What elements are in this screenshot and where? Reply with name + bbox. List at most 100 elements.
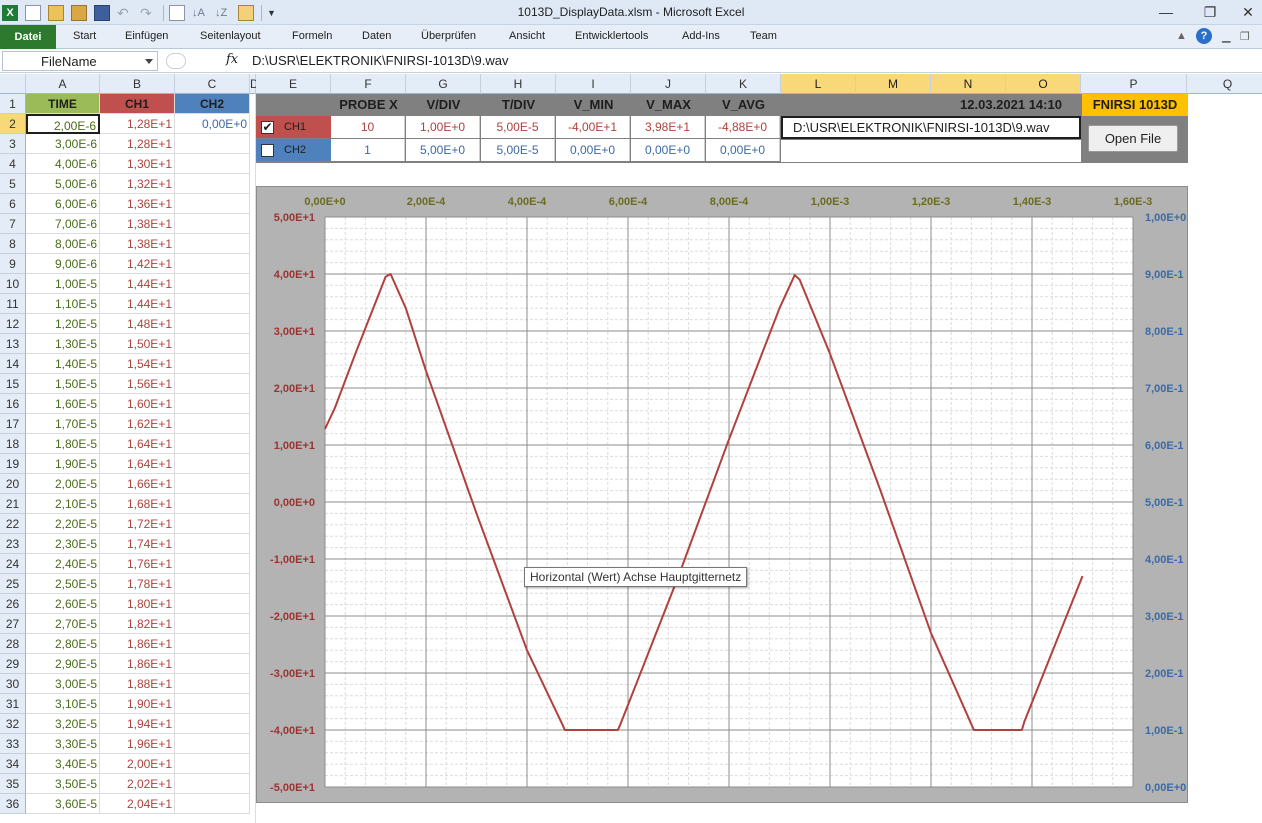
cell-time[interactable]: 9,00E-6 [26,254,100,274]
row-header[interactable]: 10 [0,274,26,294]
cell-time[interactable]: 3,20E-5 [26,714,100,734]
row-header[interactable]: 29 [0,654,26,674]
grid-cell[interactable] [175,334,250,354]
formula-input[interactable]: D:\USR\ELEKTRONIK\FNIRSI-1013D\9.wav [252,53,508,68]
column-header-i[interactable]: I [556,74,631,94]
column-header-n[interactable]: N [931,74,1006,94]
ch1-value[interactable]: 1,00E+0 [406,116,480,138]
tab-add-ins[interactable]: Add-Ins [682,30,720,42]
ch1-value[interactable]: -4,88E+0 [706,116,780,138]
cell-ch1[interactable]: 1,54E+1 [100,354,175,374]
column-header-m[interactable]: M [856,74,931,94]
grid-cell[interactable] [175,214,250,234]
cell-time[interactable]: 2,00E-6 [26,114,100,134]
cell-ch2-first[interactable]: 0,00E+0 [175,114,250,134]
cell-ch1[interactable]: 1,82E+1 [100,614,175,634]
minimize-ribbon-icon[interactable]: ▲ [1176,30,1187,42]
row-header[interactable]: 19 [0,454,26,474]
grid-cell[interactable] [175,274,250,294]
tab-team[interactable]: Team [750,30,777,42]
name-box[interactable]: FileName [2,51,158,71]
row-header[interactable]: 30 [0,674,26,694]
cell-time[interactable]: 4,00E-6 [26,154,100,174]
ch2-value[interactable]: 0,00E+0 [631,139,705,161]
ch2-value[interactable]: 5,00E+0 [406,139,480,161]
grid-cell[interactable] [175,534,250,554]
cell-time[interactable]: 2,90E-5 [26,654,100,674]
ch1-checkbox[interactable]: ✔ [261,121,274,134]
cell-ch1[interactable]: 1,68E+1 [100,494,175,514]
cell-ch1[interactable]: 1,78E+1 [100,574,175,594]
grid-cell[interactable] [175,154,250,174]
cell-ch1[interactable]: 1,28E+1 [100,134,175,154]
row-header[interactable]: 20 [0,474,26,494]
row-header[interactable]: 18 [0,434,26,454]
grid-cell[interactable] [175,234,250,254]
grid-cell[interactable] [175,474,250,494]
row-header[interactable]: 6 [0,194,26,214]
cell-ch1[interactable]: 1,30E+1 [100,154,175,174]
empty-cell[interactable] [781,140,1081,162]
row-header[interactable]: 5 [0,174,26,194]
column-header-l[interactable]: L [781,74,856,94]
help-icon[interactable]: ? [1196,28,1212,44]
ch1-value[interactable]: 5,00E-5 [481,116,555,138]
grid-cell[interactable] [175,194,250,214]
cell-ch1[interactable]: 1,44E+1 [100,294,175,314]
cell-time[interactable]: 2,70E-5 [26,614,100,634]
cell-time[interactable]: 7,00E-6 [26,214,100,234]
cell-ch1[interactable]: 1,62E+1 [100,414,175,434]
cell-ch1[interactable]: 1,50E+1 [100,334,175,354]
grid-cell[interactable] [175,454,250,474]
grid-cell[interactable] [175,254,250,274]
cell-time[interactable]: 3,50E-5 [26,774,100,794]
column-header-q[interactable]: Q [1187,74,1262,94]
cell-ch1[interactable]: 1,94E+1 [100,714,175,734]
open-file-button[interactable]: Open File [1088,125,1178,152]
cell-ch1[interactable]: 1,96E+1 [100,734,175,754]
cell-ch1[interactable]: 1,36E+1 [100,194,175,214]
ch1-value[interactable]: 3,98E+1 [631,116,705,138]
workbook-restore-icon[interactable]: ❐ [1240,30,1250,43]
tab-data[interactable]: Daten [362,30,391,42]
grid-cell[interactable] [175,414,250,434]
row-header[interactable]: 2 [0,114,26,134]
cell-ch1[interactable]: 1,60E+1 [100,394,175,414]
column-header-e[interactable]: E [256,74,331,94]
cell-time[interactable]: 3,30E-5 [26,734,100,754]
cell-ch1[interactable]: 1,64E+1 [100,454,175,474]
grid-cell[interactable] [175,734,250,754]
row-header[interactable]: 22 [0,514,26,534]
cell-time[interactable]: 3,00E-5 [26,674,100,694]
row-header[interactable]: 28 [0,634,26,654]
cell-time[interactable]: 1,30E-5 [26,334,100,354]
cell-ch1[interactable]: 1,56E+1 [100,374,175,394]
grid-cell[interactable] [175,394,250,414]
cell-ch1[interactable]: 1,48E+1 [100,314,175,334]
grid-cell[interactable] [175,174,250,194]
chevron-down-icon[interactable] [145,59,153,64]
grid-cell[interactable] [175,554,250,574]
cell-ch1[interactable]: 1,32E+1 [100,174,175,194]
cell-time[interactable]: 1,00E-5 [26,274,100,294]
column-header-b[interactable]: B [100,74,175,94]
cell-ch1[interactable]: 1,80E+1 [100,594,175,614]
header-ch1[interactable]: CH1 [100,94,175,114]
cell-ch1[interactable]: 1,38E+1 [100,234,175,254]
row-header[interactable]: 23 [0,534,26,554]
column-header-j[interactable]: J [631,74,706,94]
workbook-minimize-icon[interactable]: ▁ [1222,30,1230,43]
row-header[interactable]: 25 [0,574,26,594]
grid-cell[interactable] [175,794,250,814]
cell-time[interactable]: 3,40E-5 [26,754,100,774]
row-header[interactable]: 31 [0,694,26,714]
row-header[interactable]: 35 [0,774,26,794]
row-header[interactable]: 4 [0,154,26,174]
column-header-f[interactable]: F [331,74,406,94]
cell-ch1[interactable]: 1,86E+1 [100,634,175,654]
cell-ch1[interactable]: 1,44E+1 [100,274,175,294]
row-header[interactable]: 11 [0,294,26,314]
cell-time[interactable]: 1,50E-5 [26,374,100,394]
header-ch2[interactable]: CH2 [175,94,250,114]
cell-ch1[interactable]: 2,00E+1 [100,754,175,774]
